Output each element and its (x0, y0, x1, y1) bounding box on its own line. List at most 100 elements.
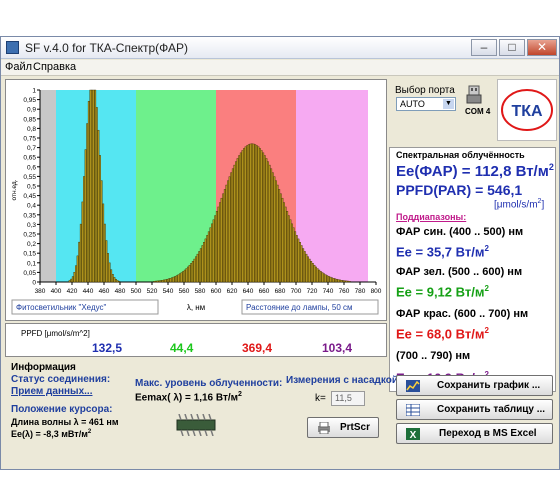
spectrum-bar (188, 264, 191, 283)
spectrum-bar (275, 180, 277, 283)
spectrum-bar (172, 276, 175, 283)
y-tick-label: 0,35 (23, 212, 36, 219)
spectral-title: Спектральная облучённость (396, 150, 525, 160)
ppfd-red-value: 369,4 (242, 341, 273, 355)
spectrum-bar (321, 272, 324, 283)
menu-file[interactable]: Файл (5, 61, 32, 73)
y-tick-label: 0,9 (27, 107, 36, 114)
spectrum-bar (105, 240, 108, 283)
tka-logo: ТКА (497, 79, 557, 141)
spectrum-bar (270, 168, 273, 283)
x-tick-label: 380 (35, 288, 46, 295)
spectrum-bar (196, 253, 199, 283)
band-blue-ee: Ee = 35,7 Вт/м2 (396, 244, 489, 260)
spectrum-bar (233, 164, 236, 283)
excel-button[interactable]: X Переход в MS Excel (396, 423, 553, 444)
x-axis-label: λ, нм (187, 303, 205, 312)
spectrum-bar (217, 206, 220, 283)
x-tick-label: 580 (195, 288, 206, 295)
cursor-ee: Ee(λ) = -8,3 мВт/м2 (11, 429, 92, 439)
spectrum-bar (191, 261, 194, 283)
spectrum-bar (75, 265, 77, 283)
y-tick-label: 0,25 (23, 232, 36, 239)
spectrum-bar (340, 280, 343, 283)
cursor-wavelength: Длина волны λ = 461 нм (11, 417, 119, 427)
spectrum-bar (199, 248, 202, 283)
port-select[interactable]: AUTO ▼ (396, 97, 456, 111)
band-0 (40, 90, 56, 282)
y-tick-label: 0,2 (27, 241, 36, 248)
save-graph-button[interactable]: Сохранить график ... (396, 375, 553, 396)
x-tick-label: 560 (179, 288, 190, 295)
port-select-value: AUTO (400, 99, 425, 109)
spectrum-bar (331, 277, 333, 283)
y-tick-label: 0,4 (27, 203, 36, 210)
spectrum-bar (244, 146, 247, 283)
status-value: Прием данных... (11, 386, 93, 397)
max-value: Eemax( λ) = 1,16 Вт/м2 (135, 391, 242, 404)
spectrum-bar (95, 107, 98, 283)
x-tick-label: 540 (163, 288, 174, 295)
y-tick-label: 0,5 (27, 184, 36, 191)
x-tick-label: 740 (323, 288, 334, 295)
menu-help[interactable]: Справка (33, 61, 76, 73)
spectrum-bar (225, 184, 228, 283)
x-tick-label: 760 (339, 288, 350, 295)
spectrum-bar (334, 278, 337, 283)
spectrum-bar (246, 145, 249, 283)
prtscr-button[interactable]: PrtScr (307, 417, 379, 438)
spectrum-bar (76, 255, 79, 283)
ppfd-row: PPFD [μmol/s/m^2] 132,5 44,4 369,4 103,4 (5, 323, 387, 357)
band-4 (296, 90, 368, 282)
close-button[interactable]: ✕ (527, 39, 557, 56)
spectrum-bar (239, 152, 242, 283)
chevron-down-icon[interactable]: ▼ (443, 99, 454, 109)
spectrum-bar (209, 227, 212, 283)
spectrum-bar (175, 275, 178, 283)
band-blue-name: ФАР син. (400 .. 500) нм (396, 226, 524, 238)
spectrum-bar (94, 89, 97, 283)
spectrum-bar (153, 281, 156, 283)
spectrum-bar (171, 277, 173, 283)
info-title: Информация (11, 362, 76, 373)
spectrum-bar (310, 261, 313, 283)
app-icon (6, 41, 19, 54)
distance-label: Расстояние до лампы, 50 см (246, 303, 353, 312)
y-tick-label: 0,3 (27, 222, 36, 229)
spectrum-bar (118, 280, 121, 283)
y-tick-label: 0,65 (23, 155, 36, 162)
spectrum-bar (323, 273, 325, 283)
spectrum-bar (223, 189, 226, 283)
spectrum-bar (236, 158, 239, 283)
ee-far-value: Ee(ФАР) = 112,8 Вт/м2 (396, 162, 554, 180)
y-tick-label: 0,15 (23, 251, 36, 258)
spectrum-chart[interactable]: 0 0,05 0,1 0,15 0,2 0,25 0,3 0,35 0,4 0,45 0,5 0,55… (5, 79, 387, 321)
spectrum-bar (345, 280, 348, 283)
spectrum-bar (99, 155, 101, 283)
spectrum-bar (318, 269, 321, 283)
save-table-button[interactable]: Сохранить таблицу ... (396, 399, 553, 420)
spectrum-bar (156, 280, 159, 283)
minimize-button[interactable]: – (471, 39, 497, 56)
com-port-label: COM 4 (465, 107, 491, 116)
spectrum-bar (203, 242, 205, 283)
k-input[interactable]: 11,5 (331, 391, 365, 406)
spectrum-bar (251, 143, 253, 283)
maximize-button[interactable]: □ (499, 39, 525, 56)
logo-text: ТКА (511, 103, 543, 120)
spectrum-bar (73, 272, 76, 283)
spectrum-bar (206, 235, 209, 283)
spectrum-bar (319, 271, 322, 283)
x-tick-label: 640 (243, 288, 254, 295)
spectrum-bar (273, 176, 276, 283)
spectrum-bar (169, 278, 172, 283)
spectrum-bar (180, 272, 183, 283)
spectrum-bar (327, 276, 330, 283)
y-tick-label: 0,45 (23, 193, 36, 200)
chip-icon (173, 413, 219, 437)
x-tick-label: 480 (115, 288, 126, 295)
spectrum-bar (215, 211, 218, 283)
spectrum-bar (235, 161, 237, 283)
spectrum-bar (91, 89, 93, 283)
band-empty (368, 90, 376, 282)
